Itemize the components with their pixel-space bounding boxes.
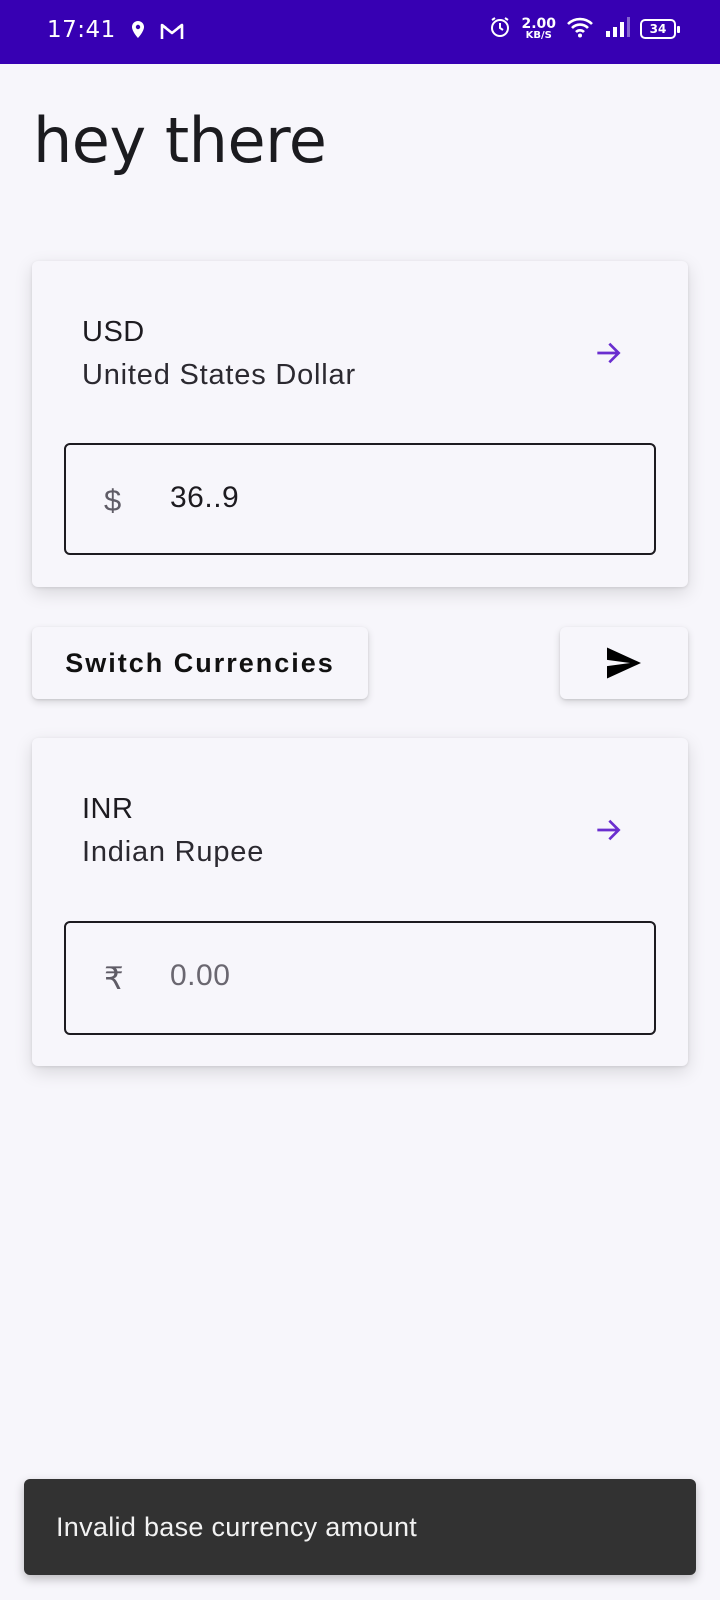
base-currency-name: United States Dollar [82,359,356,391]
greeting-title: hey there [33,104,327,177]
battery-icon: 34 [640,19,680,39]
switch-currencies-button[interactable]: Switch Currencies [32,627,368,699]
base-amount-input[interactable] [170,481,610,515]
select-target-currency-button[interactable] [588,810,628,850]
arrow-right-icon [597,819,621,841]
target-currency-name: Indian Rupee [82,836,265,868]
network-speed: 2.00 KB/S [521,16,556,41]
wifi-icon [566,16,594,42]
base-currency-card: USD United States Dollar $ [32,261,688,587]
target-currency-card: INR Indian Rupee ₹ [32,738,688,1066]
convert-button[interactable] [560,627,688,699]
select-base-currency-button[interactable] [588,333,628,373]
rupee-symbol: ₹ [104,961,124,996]
snackbar-message: Invalid base currency amount [56,1511,418,1542]
dollar-symbol: $ [104,483,122,518]
status-time: 17:41 [47,17,116,43]
switch-currencies-label: Switch Currencies [65,647,335,678]
location-icon [130,20,146,44]
snackbar: Invalid base currency amount [24,1479,696,1575]
alarm-icon [489,16,511,42]
target-amount-field[interactable]: ₹ [64,921,656,1035]
base-amount-field[interactable]: $ [64,443,656,555]
status-bar: 17:41 2.00 KB/S 34 [0,0,720,64]
target-amount-input[interactable] [170,959,610,993]
gmail-icon [160,22,184,44]
send-icon [607,647,641,679]
arrow-right-icon [597,342,621,364]
battery-level: 34 [649,22,667,36]
base-currency-code: USD [82,316,145,348]
signal-icon [604,16,630,42]
target-currency-code: INR [82,793,134,825]
